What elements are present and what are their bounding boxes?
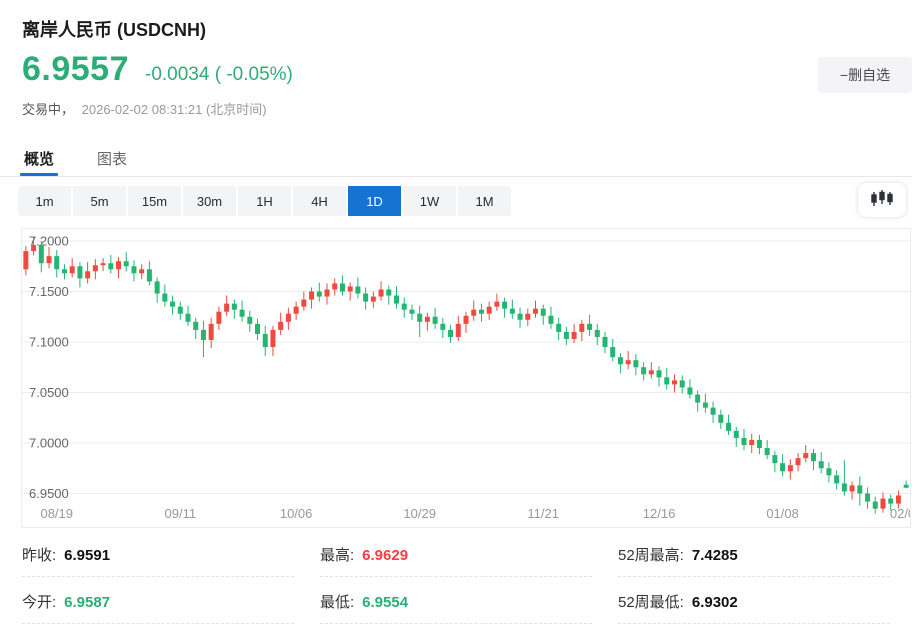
stat-label: 最高:: [320, 547, 354, 564]
price-change: -0.0034 ( -0.05%): [145, 64, 293, 86]
stats-panel: 昨收: 6.9591 最高: 6.9629 52周最高: 7.4285 今开: 6.9587 最…: [22, 530, 890, 624]
range-button-1d[interactable]: 1D: [348, 186, 401, 216]
current-price: 6.9557: [22, 50, 129, 89]
stat-item: 今开: 6.9587: [22, 577, 294, 624]
range-button-15m[interactable]: 15m: [128, 186, 181, 216]
time-range-toolbar: 1m5m15m30m1H4H1D1W1M: [18, 186, 511, 216]
svg-text:09/11: 09/11: [165, 506, 197, 521]
tab-overview[interactable]: 概览: [22, 144, 56, 173]
active-tab-underline: [20, 173, 58, 176]
svg-text:10/29: 10/29: [403, 506, 436, 521]
stat-label: 今开:: [22, 594, 56, 611]
stat-value: 6.9591: [64, 547, 110, 564]
svg-text:08/19: 08/19: [40, 506, 73, 521]
svg-text:7.1000: 7.1000: [29, 335, 69, 350]
svg-text:6.9500: 6.9500: [29, 486, 69, 501]
trading-status: 交易中， 2026-02-02 08:31:21 (北京时间): [22, 99, 267, 118]
stat-item: 昨收: 6.9591: [22, 530, 294, 577]
svg-text:12/16: 12/16: [643, 506, 676, 521]
stat-value: 6.9629: [362, 547, 408, 564]
stat-value: 6.9554: [362, 594, 408, 611]
svg-text:01/08: 01/08: [766, 506, 799, 521]
trading-status-label: 交易中，: [22, 102, 74, 117]
svg-text:7.0000: 7.0000: [29, 436, 69, 451]
candlestick-chart[interactable]: 7.20007.15007.10007.05007.00006.950008/1…: [22, 229, 910, 527]
svg-text:10/06: 10/06: [280, 506, 313, 521]
svg-text:7.0500: 7.0500: [29, 385, 69, 400]
stat-label: 52周最低:: [618, 594, 684, 611]
range-button-1m[interactable]: 1M: [458, 186, 511, 216]
svg-text:11/21: 11/21: [527, 506, 559, 521]
range-button-30m[interactable]: 30m: [183, 186, 236, 216]
chart-container: 7.20007.15007.10007.05007.00006.950008/1…: [21, 228, 911, 528]
range-button-1h[interactable]: 1H: [238, 186, 291, 216]
stat-item: 52周最高: 7.4285: [618, 530, 890, 577]
tab-bar: 概览 图表: [0, 138, 912, 177]
stat-value: 7.4285: [692, 547, 738, 564]
trading-status-time: 2026-02-02 08:31:21 (北京时间): [82, 102, 267, 117]
stat-item: 最低: 6.9554: [320, 577, 592, 624]
stat-label: 最低:: [320, 594, 354, 611]
range-button-1w[interactable]: 1W: [403, 186, 456, 216]
tab-chart[interactable]: 图表: [95, 144, 129, 173]
range-button-1m[interactable]: 1m: [18, 186, 71, 216]
range-button-4h[interactable]: 4H: [293, 186, 346, 216]
page-title: 离岸人民币 (USDCNH): [22, 16, 206, 42]
candlestick-chart-icon: [870, 189, 894, 212]
stat-item: 最高: 6.9629: [320, 530, 592, 577]
stat-item: 52周最低: 6.9302: [618, 577, 890, 624]
chart-type-button[interactable]: [858, 183, 906, 217]
stat-label: 昨收:: [22, 547, 56, 564]
stat-value: 6.9587: [64, 594, 110, 611]
range-button-5m[interactable]: 5m: [73, 186, 126, 216]
stat-label: 52周最高:: [618, 547, 684, 564]
price-block: 6.9557 -0.0034 ( -0.05%): [22, 50, 293, 89]
svg-text:7.1500: 7.1500: [29, 284, 69, 299]
remove-watchlist-button[interactable]: −删自选: [818, 57, 912, 93]
svg-text:02/02: 02/02: [890, 506, 910, 521]
stat-value: 6.9302: [692, 594, 738, 611]
